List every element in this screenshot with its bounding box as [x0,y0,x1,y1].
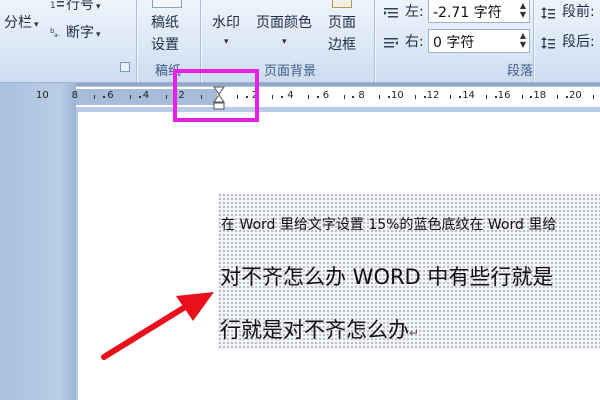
red-arrow-icon [101,292,214,360]
